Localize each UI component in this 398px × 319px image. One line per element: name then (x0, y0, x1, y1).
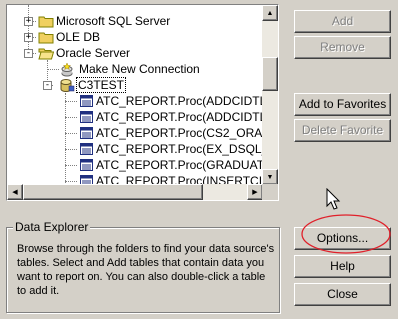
tree-item-procedure[interactable]: ATC_REPORT.Proc(CS2_ORACLI (96, 125, 263, 141)
tree-item[interactable]: OLE DB (56, 29, 100, 45)
expand-toggle[interactable]: + (24, 17, 33, 26)
tree-item-label: Microsoft SQL Server (56, 14, 171, 28)
data-explorer-group: Data Explorer Browse through the folders… (6, 220, 280, 313)
tree-item-procedure[interactable]: ATC_REPORT.Proc(GRADUATEF (96, 157, 263, 173)
tree-connector (65, 165, 77, 166)
tree-item-c3test[interactable]: C3TEST (76, 77, 127, 93)
scroll-down-button[interactable]: ▼ (262, 169, 278, 185)
vertical-scroll-thumb[interactable] (262, 57, 278, 91)
options-button[interactable]: Options... (294, 227, 391, 250)
tree-connector (65, 133, 77, 134)
add-to-favorites-button[interactable]: Add to Favorites (294, 93, 391, 116)
tree-item-procedure[interactable]: ATC_REPORT.Proc(EX_DSQL_D (96, 141, 263, 157)
mouse-pointer-icon (326, 188, 341, 210)
new-connection-icon (61, 63, 73, 77)
tree-item-label: OLE DB (56, 30, 101, 44)
tree-item-procedure[interactable]: ATC_REPORT.Proc(ADDCIDTL_A (96, 109, 263, 125)
procedure-icon (80, 143, 93, 155)
folder-icon (38, 16, 54, 28)
procedure-icon (80, 95, 93, 107)
help-button[interactable]: Help (294, 255, 391, 278)
tree-item-label: ATC_REPORT.Proc(CS2_ORACLI (96, 126, 263, 140)
scrollbar-corner (262, 184, 278, 200)
collapse-toggle[interactable]: - (24, 49, 33, 58)
tree-connector (65, 117, 77, 118)
procedure-icon (80, 159, 93, 171)
procedure-icon (80, 127, 93, 139)
horizontal-scroll-thumb[interactable] (23, 184, 203, 200)
data-explorer-title: Data Explorer (13, 220, 91, 234)
data-explorer-description: Browse through the folders to find your … (17, 243, 275, 297)
folder-icon (38, 32, 54, 44)
procedure-icon (80, 111, 93, 123)
vertical-scrollbar[interactable]: ▲ ▼ (262, 5, 278, 185)
tree-content: + Microsoft SQL Server + OLE DB - Oracle… (7, 5, 263, 185)
tree-connector (65, 101, 77, 102)
tree-connector (47, 69, 59, 70)
tree-item-label: ATC_REPORT.Proc(EX_DSQL_D (96, 142, 263, 156)
tree-connector (65, 181, 77, 182)
horizontal-scrollbar[interactable]: ◀ ▶ (7, 184, 263, 200)
expand-toggle[interactable]: + (24, 33, 33, 42)
remove-button[interactable]: Remove (294, 36, 391, 59)
tree-item-label: C3TEST (76, 77, 127, 93)
tree-item-label: ATC_REPORT.Proc(ADDCIDTL_A (96, 110, 263, 124)
data-source-tree[interactable]: + Microsoft SQL Server + OLE DB - Oracle… (6, 4, 279, 201)
tree-connector (65, 93, 66, 185)
tree-item-make-new-connection[interactable]: Make New Connection (79, 61, 200, 77)
tree-item-procedure[interactable]: ATC_REPORT.Proc(ADDCIDTL) (96, 93, 263, 109)
tree-connector (65, 149, 77, 150)
scroll-up-button[interactable]: ▲ (262, 5, 278, 21)
tree-item-label: ATC_REPORT.Proc(GRADUATEF (96, 158, 263, 172)
tree-item[interactable]: Oracle Server (56, 45, 130, 61)
database-icon (60, 79, 75, 92)
delete-favorite-button[interactable]: Delete Favorite (294, 119, 391, 142)
tree-item-label: ATC_REPORT.Proc(ADDCIDTL) (96, 94, 263, 108)
open-folder-icon (38, 48, 54, 60)
close-button[interactable]: Close (294, 283, 391, 306)
tree-item-label: Make New Connection (79, 62, 200, 76)
scroll-right-button[interactable]: ▶ (247, 184, 263, 200)
add-button[interactable]: Add (294, 10, 391, 33)
collapse-toggle[interactable]: - (43, 81, 52, 90)
tree-item[interactable]: Microsoft SQL Server (56, 13, 170, 29)
tree-connector (28, 5, 29, 53)
tree-item-label: Oracle Server (56, 46, 131, 60)
scroll-left-button[interactable]: ◀ (7, 184, 23, 200)
